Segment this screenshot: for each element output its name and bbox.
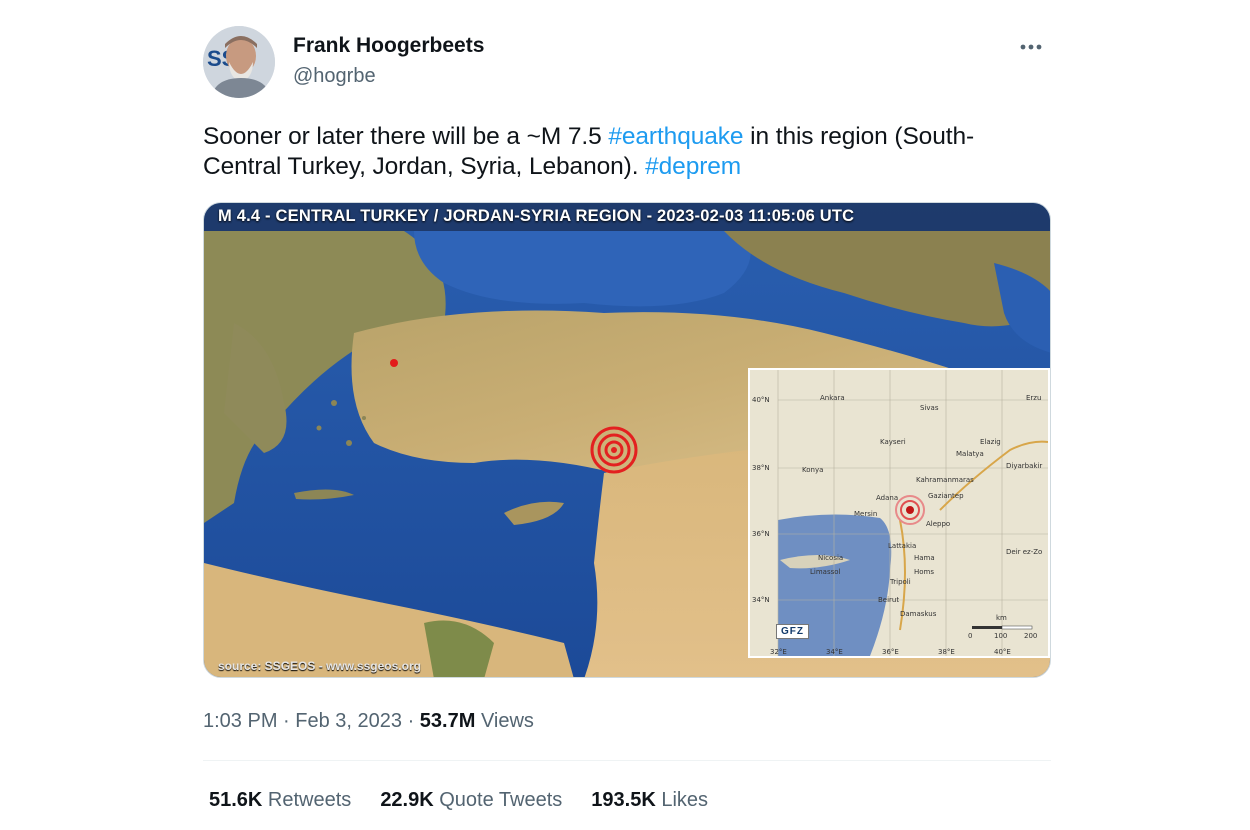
map-source: source: SSGEOS - www.ssgeos.org [218, 659, 421, 673]
city-label: Sivas [920, 404, 939, 412]
tweet-text: Sooner or later there will be a ~M 7.5 #… [203, 122, 1051, 182]
city-label: Homs [914, 568, 935, 576]
scale-tick: 200 [1024, 632, 1038, 640]
lon-label: 38°E [938, 648, 955, 656]
inset-map: 40°N 38°N 36°N 34°N 32°E 34°E 36°E 38°E … [748, 368, 1050, 658]
city-label: Erzu [1026, 394, 1042, 402]
gfz-logo: GFZ [776, 624, 809, 639]
city-label: Malatya [956, 450, 984, 458]
display-name[interactable]: Frank Hoogerbeets [293, 33, 484, 59]
scale-unit: km [996, 614, 1007, 622]
city-label: Damaskus [900, 610, 937, 618]
city-label: Konya [802, 466, 824, 474]
city-label: Limassol [810, 568, 841, 576]
retweets-stat[interactable]: 51.6K Retweets [209, 789, 351, 812]
hashtag-link[interactable]: #earthquake [608, 123, 743, 150]
more-options-button[interactable] [1011, 32, 1051, 62]
likes-count: 193.5K [591, 789, 656, 811]
likes-label: Likes [655, 789, 709, 811]
city-label: Ankara [820, 394, 845, 402]
meta-separator: · [402, 710, 420, 732]
city-label: Deir ez-Zo [1006, 548, 1043, 556]
tweet-date[interactable]: Feb 3, 2023 [295, 710, 402, 732]
city-label: Nicosia [818, 554, 844, 562]
views-label: Views [475, 710, 534, 732]
lat-label: 36°N [752, 530, 770, 538]
city-label: Beirut [878, 596, 900, 604]
handle[interactable]: @hogrbe [293, 63, 484, 89]
lon-label: 32°E [770, 648, 787, 656]
avatar-image: SSG [203, 26, 275, 98]
hashtag-link[interactable]: #deprem [645, 153, 741, 180]
quote-tweets-stat[interactable]: 22.9K Quote Tweets [380, 789, 562, 812]
city-label: Diyarbakir [1006, 462, 1043, 470]
lat-label: 34°N [752, 596, 770, 604]
tweet-text-segment: Sooner or later there will be a ~M 7.5 [203, 123, 609, 150]
lon-label: 36°E [882, 648, 899, 656]
author-info: Frank Hoogerbeets @hogrbe [293, 33, 484, 89]
quote-tweets-count: 22.9K [380, 789, 434, 811]
lon-label: 40°E [994, 648, 1011, 656]
tweet-stats: 51.6K Retweets 22.9K Quote Tweets 193.5K… [203, 789, 1051, 812]
more-horizontal-icon [1020, 44, 1042, 50]
views-count: 53.7M [419, 710, 476, 732]
lat-label: 38°N [752, 464, 770, 472]
tweet-time[interactable]: 1:03 PM [203, 710, 277, 732]
city-label: Adana [876, 494, 899, 502]
tweet: SSG Frank Hoogerbeets @hogrbe Sooner or … [203, 24, 1051, 812]
city-label: Kayseri [880, 438, 906, 446]
lon-label: 34°E [826, 648, 843, 656]
retweets-count: 51.6K [209, 789, 263, 811]
scale-tick: 0 [968, 632, 973, 640]
tweet-media-image[interactable]: M 4.4 - CENTRAL TURKEY / JORDAN-SYRIA RE… [203, 202, 1051, 678]
quote-tweets-label: Quote Tweets [433, 789, 563, 811]
lat-label: 40°N [752, 396, 770, 404]
city-label: Tripoli [890, 578, 911, 586]
city-label: Elazig [980, 438, 1001, 446]
scale-tick: 100 [994, 632, 1008, 640]
city-label: Aleppo [926, 520, 951, 528]
city-label: Kahramanmaras [916, 476, 974, 484]
city-label: Hama [914, 554, 935, 562]
city-label: Lattakia [888, 542, 917, 550]
meta-separator: · [277, 710, 296, 732]
avatar[interactable]: SSG [203, 26, 275, 98]
map-title: M 4.4 - CENTRAL TURKEY / JORDAN-SYRIA RE… [218, 207, 855, 225]
city-label: Gaziantep [928, 492, 964, 500]
tweet-meta: 1:03 PM · Feb 3, 2023 · 53.7M Views [203, 708, 1051, 734]
city-label: Mersin [854, 510, 878, 518]
divider [203, 760, 1051, 761]
retweets-label: Retweets [262, 789, 352, 811]
likes-stat[interactable]: 193.5K Likes [591, 789, 708, 812]
tweet-header: SSG Frank Hoogerbeets @hogrbe [203, 24, 1051, 100]
